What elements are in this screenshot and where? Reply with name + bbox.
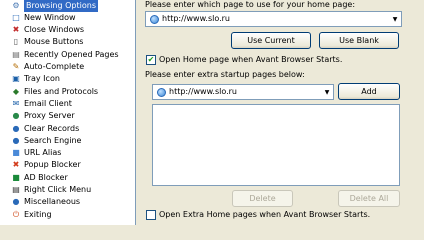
chevron-down-icon[interactable]: ▼ (321, 85, 333, 99)
nav-item-files-and-protocols[interactable]: ◆ Files and Protocols (0, 85, 135, 98)
url-alias-icon: ■ (12, 148, 20, 158)
recent-pages-icon: ▤ (12, 49, 20, 59)
nav-item-auto-complete[interactable]: ✎ Auto-Complete (0, 61, 135, 74)
extra-pages-list[interactable] (152, 104, 400, 186)
nav-item-clear-records[interactable]: ● Clear Records (0, 122, 135, 135)
auto-complete-icon: ✎ (12, 62, 20, 71)
home-page-url-value: http://www.slo.ru (162, 14, 230, 23)
tray-icon: ▣ (12, 74, 20, 84)
files-protocols-icon: ◆ (12, 86, 20, 96)
nav-item-exiting[interactable]: ⏻ Exiting (0, 208, 135, 221)
nav-item-close-windows[interactable]: ✖ Close Windows (0, 24, 135, 37)
nav-item-label: Auto-Complete (24, 62, 85, 71)
nav-item-label: Exiting (24, 209, 52, 219)
nav-item-tray-icon[interactable]: ▣ Tray Icon (0, 73, 135, 86)
home-page-url-combo[interactable]: http://www.slo.ru ▼ (145, 11, 402, 27)
nav-item-label: Files and Protocols (24, 86, 99, 96)
nav-item-new-window[interactable]: □ New Window (0, 11, 135, 24)
nav-item-miscellaneous[interactable]: ● Miscellaneous (0, 196, 135, 209)
use-current-button[interactable]: Use Current (231, 32, 311, 49)
nav-item-label: Browsing Options (24, 0, 98, 12)
nav-item-right-click-menu[interactable]: ▤ Right Click Menu (0, 184, 135, 197)
search-engine-icon: ● (12, 135, 20, 145)
nav-item-recently-opened-pages[interactable]: ▤ Recently Opened Pages (0, 48, 135, 61)
new-window-icon: □ (12, 12, 20, 22)
nav-item-mouse-buttons[interactable]: ▯ Mouse Buttons (0, 36, 135, 49)
popup-blocker-icon: ✖ (12, 160, 20, 170)
nav-item-email-client[interactable]: ✉ Email Client (0, 97, 135, 110)
options-category-list[interactable]: ⚙ Browsing Options □ New Window ✖ Close Windo… (0, 0, 136, 225)
use-blank-button[interactable]: Use Blank (319, 32, 399, 49)
delete-all-button[interactable]: Delete All (338, 190, 400, 207)
miscellaneous-icon: ● (12, 197, 20, 207)
browsing-options-icon: ⚙ (12, 0, 20, 10)
close-windows-icon: ✖ (12, 25, 20, 35)
clear-records-icon: ● (12, 123, 20, 133)
email-icon: ✉ (12, 98, 20, 108)
nav-item-label: Miscellaneous (24, 197, 81, 207)
globe-icon (150, 14, 159, 24)
open-home-page-label: Open Home page when Avant Browser Starts… (159, 55, 343, 64)
nav-item-label: Clear Records (24, 123, 80, 133)
open-home-page-checkbox[interactable]: ✔ (146, 55, 156, 65)
extra-page-url-value: http://www.slo.ru (169, 87, 237, 96)
globe-icon (157, 87, 166, 97)
mouse-icon: ▯ (13, 37, 19, 47)
nav-item-ad-blocker[interactable]: ■ AD Blocker (0, 171, 135, 184)
nav-item-label: Email Client (24, 98, 72, 108)
nav-item-url-alias[interactable]: ■ URL Alias (0, 147, 135, 160)
nav-item-search-engine[interactable]: ● Search Engine (0, 134, 135, 147)
chevron-down-icon[interactable]: ▼ (389, 12, 401, 26)
nav-item-label: Mouse Buttons (24, 37, 84, 47)
nav-item-label: Close Windows (24, 25, 85, 35)
nav-item-label: New Window (24, 12, 76, 22)
right-click-menu-icon: ▤ (12, 185, 20, 194)
proxy-icon: ● (12, 111, 20, 121)
extra-page-url-combo[interactable]: http://www.slo.ru ▼ (152, 84, 334, 100)
checkmark-icon: ✔ (147, 55, 155, 64)
nav-item-proxy-server[interactable]: ● Proxy Server (0, 110, 135, 123)
nav-item-label: Search Engine (24, 135, 82, 145)
nav-item-label: Tray Icon (24, 74, 60, 84)
nav-item-popup-blocker[interactable]: ✖ Popup Blocker (0, 159, 135, 172)
nav-item-label: URL Alias (24, 148, 62, 158)
open-extra-pages-label: Open Extra Home pages when Avant Browser… (159, 210, 371, 219)
home-page-prompt: Please enter which page to use for your … (145, 0, 356, 9)
nav-item-label: Right Click Menu (24, 185, 92, 194)
options-dialog: ⚙ Browsing Options □ New Window ✖ Close Windo… (0, 0, 424, 225)
add-button[interactable]: Add (338, 83, 400, 100)
nav-item-label: Proxy Server (24, 111, 75, 121)
nav-item-browsing-options[interactable]: ⚙ Browsing Options (0, 0, 135, 12)
open-extra-pages-checkbox[interactable] (146, 210, 156, 220)
ad-blocker-icon: ■ (12, 172, 20, 182)
nav-item-label: Popup Blocker (24, 160, 81, 170)
nav-item-label: Recently Opened Pages (24, 49, 119, 59)
exiting-icon: ⏻ (12, 209, 20, 219)
delete-button[interactable]: Delete (232, 190, 293, 207)
nav-item-label: AD Blocker (24, 172, 68, 182)
extra-pages-prompt: Please enter extra startup pages below: (145, 70, 305, 79)
